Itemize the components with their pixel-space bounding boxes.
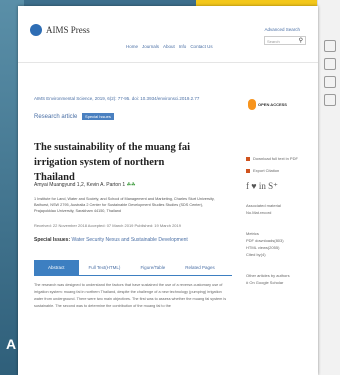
settings-icon[interactable] [324, 94, 336, 106]
search-icon[interactable]: ⚲ [299, 37, 303, 46]
article-page: AIMS Press Advanced Search Search ⚲ Home… [18, 6, 318, 375]
pdf-downloads[interactable]: PDF downloads(803) [246, 237, 310, 244]
tab-abstract[interactable]: Abstract [34, 260, 79, 275]
html-views[interactable]: HTML views(2055) [246, 244, 310, 251]
orcid-icon[interactable]: ☘☘ [127, 182, 136, 188]
nav-contact[interactable]: Contact Us [190, 44, 212, 49]
search-placeholder: Search [267, 39, 280, 44]
cited-by[interactable]: Cited by(4) [246, 251, 310, 258]
metrics-heading: Metrics [246, 231, 259, 236]
article-type: Research article Special Issues [34, 113, 310, 120]
nav-about[interactable]: About [163, 44, 175, 49]
nav-journals[interactable]: Journals [142, 44, 159, 49]
nav-home[interactable]: Home [126, 44, 138, 49]
export-citation-label: Export Citation [253, 168, 280, 173]
citation-icon [246, 168, 250, 173]
article-sidebar: Download full text in PDF Export Citatio… [246, 156, 310, 286]
nav-info[interactable]: Info [179, 44, 187, 49]
open-access-lock-icon [248, 99, 256, 110]
export-citation-link[interactable]: Export Citation [246, 168, 310, 173]
aims-logo-icon [30, 24, 42, 36]
authors-text[interactable]: Amyai Muangyund 1,2, Kevin A. Parton 1 [34, 182, 125, 188]
download-pdf-label: Download full text in PDF [253, 156, 298, 161]
search-input[interactable]: Search ⚲ [264, 36, 306, 45]
tab-figure-table[interactable]: Figure/Table [130, 260, 175, 275]
author-list: Amyai Muangyund 1,2, Kevin A. Parton 1 ☘… [34, 182, 136, 188]
affiliations: 1 Institute for Land, Water and Society,… [34, 197, 215, 213]
advanced-search-link[interactable]: Advanced Search [264, 27, 300, 32]
tab-related-pages[interactable]: Related Pages [175, 260, 225, 275]
special-issues-badge[interactable]: Special Issues [82, 113, 114, 120]
aims-press-logo[interactable]: AIMS Press [30, 24, 90, 36]
article-content: AIMS Environmental Science, 2019, 6(2): … [34, 96, 310, 308]
main-nav: Home Journals About Info Contact Us [126, 44, 213, 49]
site-header: AIMS Press Advanced Search Search ⚲ Home… [18, 6, 318, 63]
associated-material-value: No.Mat.record [246, 210, 272, 215]
bookmark-icon[interactable] [324, 58, 336, 70]
google-scholar-link[interactable]: # On Google Scholar [246, 279, 310, 286]
share-icon[interactable] [324, 76, 336, 88]
browser-side-toolbar [317, 0, 340, 375]
logo-text: AIMS Press [46, 25, 90, 35]
tab-full-text[interactable]: Full Text(HTML) [79, 260, 131, 275]
other-articles-heading: Other articles by authors [246, 273, 290, 278]
reader-icon[interactable] [324, 40, 336, 52]
special-issue-link[interactable]: Water Security Nexus and Sustainable Dev… [72, 237, 188, 243]
open-access-label: OPEN ACCESS [258, 102, 287, 107]
abstract-text: The research was designed to understand … [34, 283, 227, 308]
special-issue-label: Special Issues: [34, 237, 71, 243]
pdf-icon [246, 156, 250, 161]
special-issue-line: Special Issues: Water Security Nexus and… [34, 237, 188, 243]
download-pdf-link[interactable]: Download full text in PDF [246, 156, 310, 161]
open-access-badge: OPEN ACCESS [248, 99, 287, 110]
publication-dates: Received: 22 November 2018 Accepted: 07 … [34, 223, 181, 228]
article-title: The sustainability of the muang fai irri… [34, 142, 191, 183]
share-icons[interactable]: f ♥ in S⁺ [246, 181, 310, 192]
associated-material: Associated material [246, 203, 281, 208]
article-type-label: Research article [34, 114, 78, 121]
article-tabs: Abstract Full Text(HTML) Figure/Table Re… [34, 260, 232, 276]
